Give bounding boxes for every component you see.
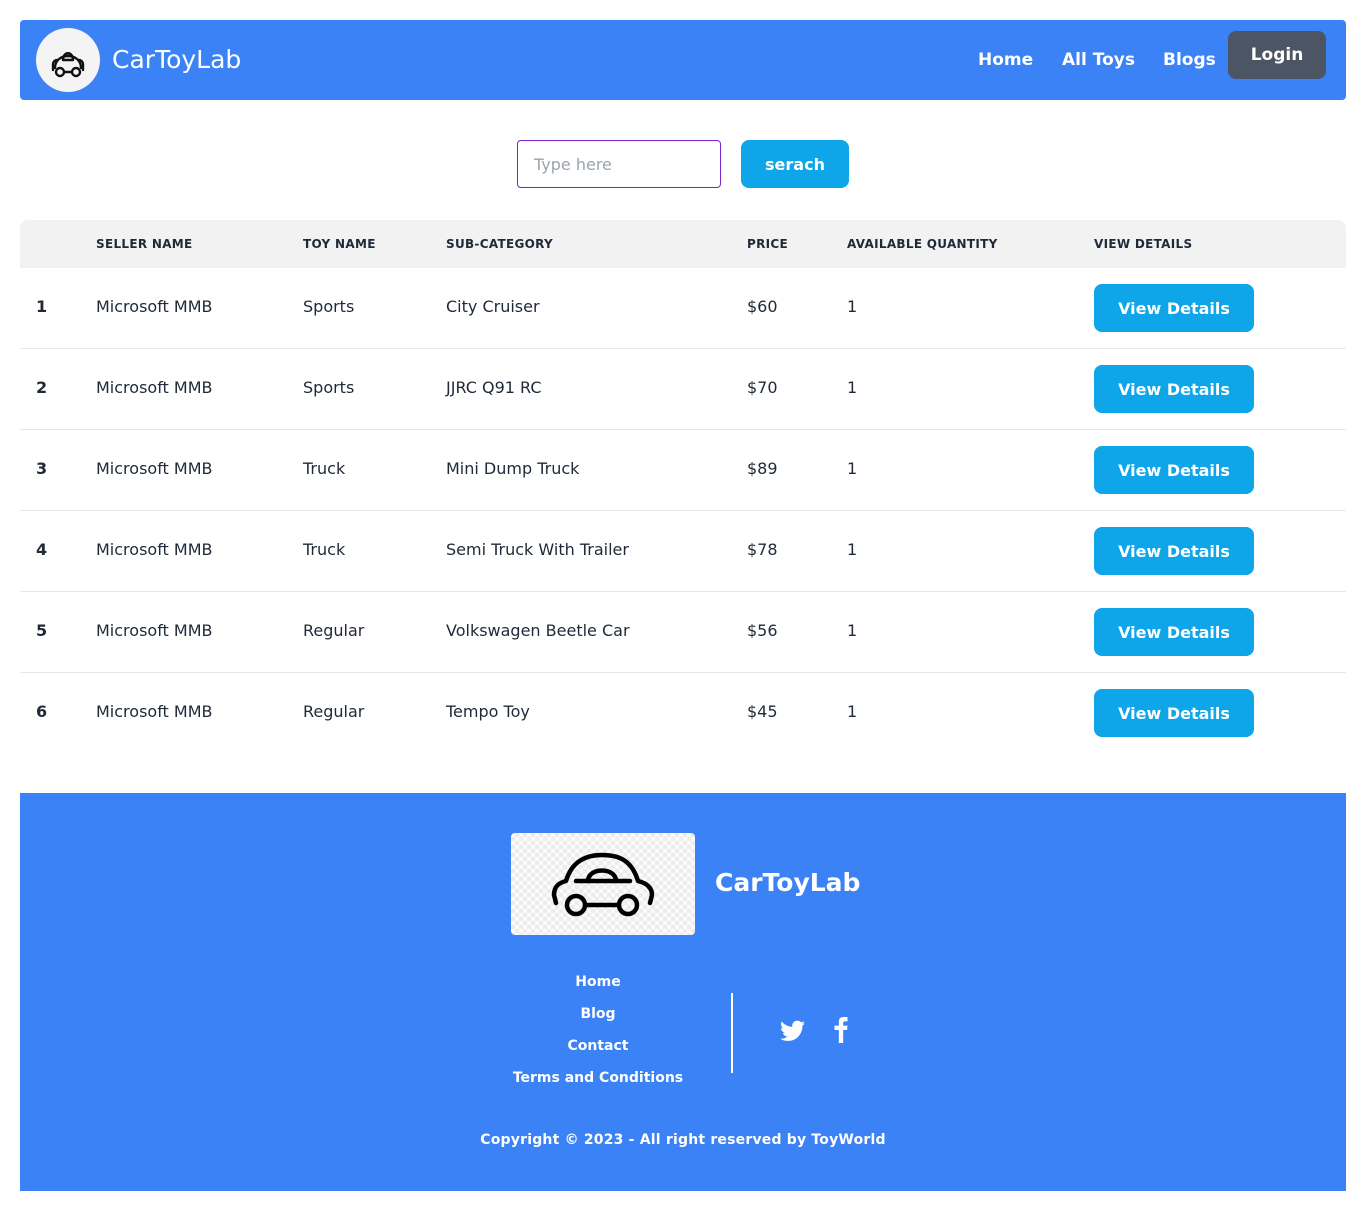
login-button[interactable]: Login <box>1228 31 1326 79</box>
toy-name-cell: Truck <box>303 540 346 559</box>
quantity-cell: 1 <box>847 702 858 721</box>
nav-link-home[interactable]: Home <box>978 49 1033 71</box>
sub-category-cell: JJRC Q91 RC <box>446 378 542 397</box>
footer-links: Home Blog Contact Terms and Conditions <box>498 973 698 1101</box>
sub-category-cell: Semi Truck With Trailer <box>446 540 629 559</box>
row-index: 3 <box>36 459 48 478</box>
column-header-available-quantity: AVAILABLE QUANTITY <box>847 237 998 251</box>
search-input[interactable] <box>517 140 721 188</box>
seller-name-cell: Microsoft MMB <box>96 702 213 721</box>
toy-name-cell: Sports <box>303 297 355 316</box>
seller-name-cell: Microsoft MMB <box>96 297 213 316</box>
footer-link-blog[interactable]: Blog <box>498 1005 698 1023</box>
table-row: 3 Microsoft MMB Truck Mini Dump Truck $8… <box>20 430 1346 511</box>
price-cell: $89 <box>747 459 778 478</box>
sub-category-cell: Volkswagen Beetle Car <box>446 621 630 640</box>
row-index: 4 <box>36 540 48 559</box>
toy-name-cell: Truck <box>303 459 346 478</box>
sub-category-cell: Mini Dump Truck <box>446 459 580 478</box>
footer-link-terms[interactable]: Terms and Conditions <box>498 1069 698 1087</box>
price-cell: $56 <box>747 621 778 640</box>
table-row: 5 Microsoft MMB Regular Volkswagen Beetl… <box>20 592 1346 673</box>
quantity-cell: 1 <box>847 621 858 640</box>
column-header-sub-category: SUB-CATEGORY <box>446 237 553 251</box>
twitter-icon[interactable] <box>780 1020 805 1046</box>
quantity-cell: 1 <box>847 459 858 478</box>
view-details-button[interactable]: View Details <box>1094 689 1254 737</box>
view-details-button[interactable]: View Details <box>1094 527 1254 575</box>
nav-link-all-toys[interactable]: All Toys <box>1062 49 1135 71</box>
price-cell: $70 <box>747 378 778 397</box>
footer-car-logo-icon <box>511 833 695 935</box>
column-header-view-details: VIEW DETAILS <box>1094 237 1193 251</box>
quantity-cell: 1 <box>847 297 858 316</box>
column-header-seller-name: SELLER NAME <box>96 237 193 251</box>
sub-category-cell: Tempo Toy <box>446 702 530 721</box>
view-details-button[interactable]: View Details <box>1094 284 1254 332</box>
nav-link-blogs[interactable]: Blogs <box>1163 49 1216 71</box>
toy-name-cell: Regular <box>303 702 365 721</box>
car-logo-icon[interactable] <box>36 28 100 92</box>
row-index: 5 <box>36 621 48 640</box>
toy-name-cell: Regular <box>303 621 365 640</box>
view-details-button[interactable]: View Details <box>1094 608 1254 656</box>
view-details-button[interactable]: View Details <box>1094 365 1254 413</box>
sub-category-cell: City Cruiser <box>446 297 540 316</box>
seller-name-cell: Microsoft MMB <box>96 459 213 478</box>
price-cell: $45 <box>747 702 778 721</box>
seller-name-cell: Microsoft MMB <box>96 378 213 397</box>
table-row: 1 Microsoft MMB Sports City Cruiser $60 … <box>20 268 1346 349</box>
column-header-price: PRICE <box>747 237 789 251</box>
price-cell: $60 <box>747 297 778 316</box>
navbar: CarToyLab Home All Toys Blogs Login <box>20 20 1346 100</box>
footer-link-home[interactable]: Home <box>498 973 698 991</box>
table-row: 6 Microsoft MMB Regular Tempo Toy $45 1 … <box>20 673 1346 754</box>
table-row: 2 Microsoft MMB Sports JJRC Q91 RC $70 1… <box>20 349 1346 430</box>
copyright-text: Copyright © 2023 - All right reserved by… <box>480 1132 886 1148</box>
facebook-icon[interactable] <box>834 1017 848 1047</box>
view-details-button[interactable]: View Details <box>1094 446 1254 494</box>
search-button[interactable]: serach <box>741 140 849 188</box>
footer-divider <box>731 993 733 1073</box>
row-index: 6 <box>36 702 48 721</box>
toy-name-cell: Sports <box>303 378 355 397</box>
column-header-toy-name: TOY NAME <box>303 237 376 251</box>
seller-name-cell: Microsoft MMB <box>96 540 213 559</box>
table-header: SELLER NAME TOY NAME SUB-CATEGORY PRICE … <box>20 220 1346 268</box>
footer-link-contact[interactable]: Contact <box>498 1037 698 1055</box>
toys-table: SELLER NAME TOY NAME SUB-CATEGORY PRICE … <box>20 220 1346 754</box>
table-row: 4 Microsoft MMB Truck Semi Truck With Tr… <box>20 511 1346 592</box>
brand-name[interactable]: CarToyLab <box>112 45 241 75</box>
price-cell: $78 <box>747 540 778 559</box>
seller-name-cell: Microsoft MMB <box>96 621 213 640</box>
quantity-cell: 1 <box>847 378 858 397</box>
row-index: 2 <box>36 378 48 397</box>
row-index: 1 <box>36 297 48 316</box>
footer: CarToyLab Home Blog Contact Terms and Co… <box>20 793 1346 1191</box>
quantity-cell: 1 <box>847 540 858 559</box>
footer-brand-name: CarToyLab <box>715 868 861 897</box>
